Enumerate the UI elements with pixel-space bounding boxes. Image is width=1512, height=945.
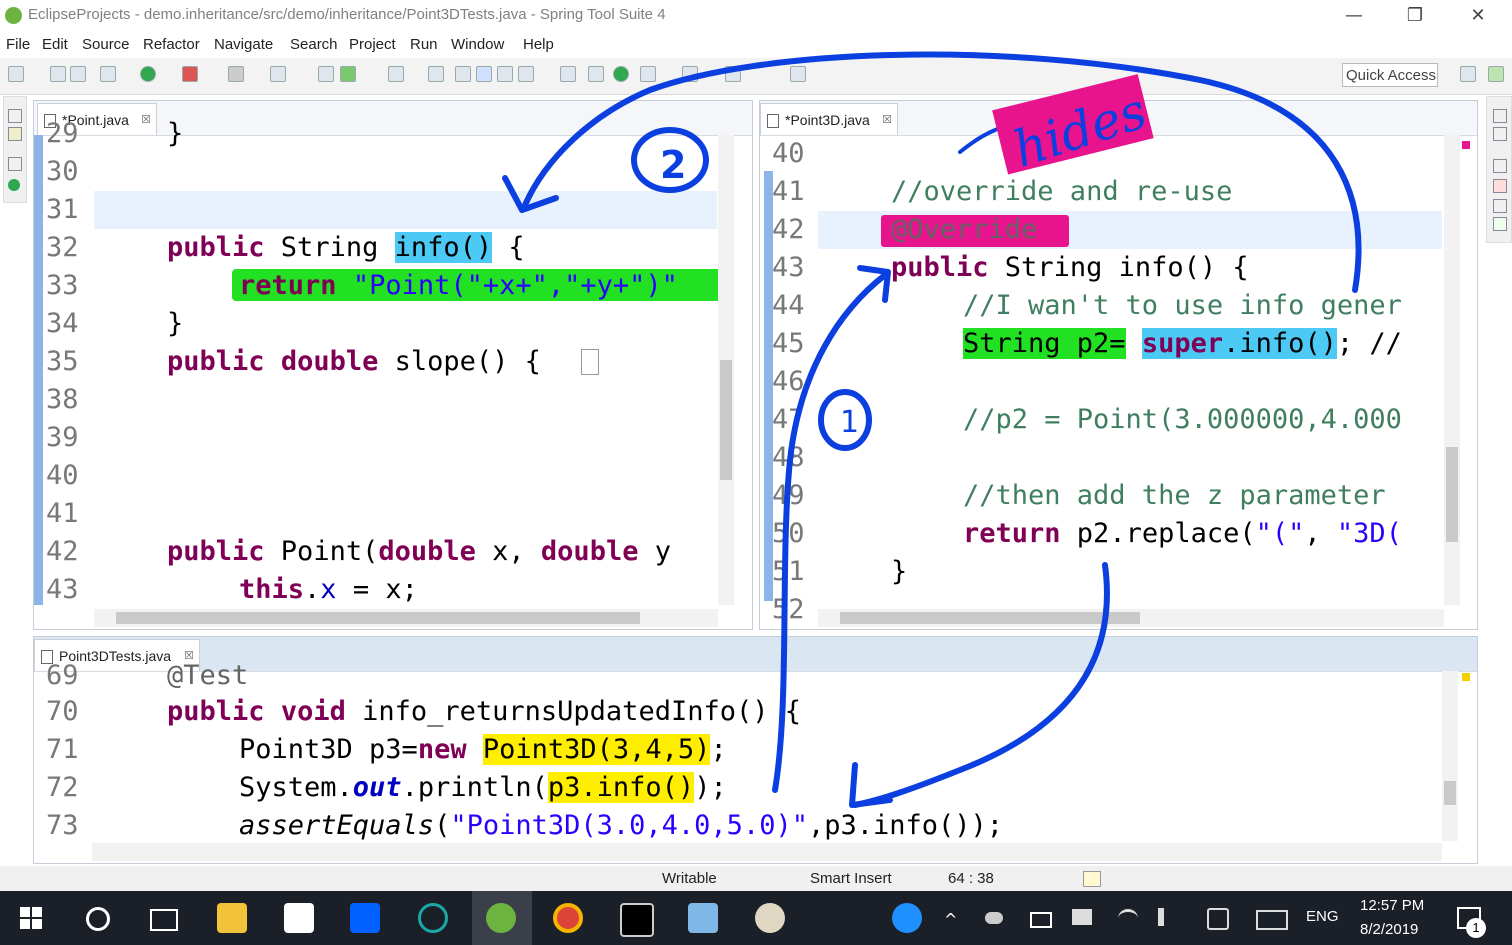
cortana-icon[interactable]	[86, 907, 110, 931]
arrow-stroke	[852, 562, 1110, 808]
task-view-icon[interactable]	[150, 909, 178, 931]
status-writable: Writable	[662, 870, 717, 887]
circle-two-label: 2	[660, 143, 686, 187]
store-icon[interactable]	[284, 903, 314, 933]
memory-icon[interactable]	[1083, 871, 1101, 887]
status-cursor-position: 64 : 38	[948, 870, 994, 887]
arrow-stroke	[772, 272, 888, 793]
wifi-icon[interactable]	[1118, 909, 1138, 928]
battery-icon[interactable]	[1030, 912, 1052, 928]
arrow-stroke	[522, 51, 1362, 293]
circle-one-label: 1	[840, 405, 859, 440]
keyboard-icon[interactable]	[1256, 910, 1288, 930]
clock-time[interactable]: 12:57 PM	[1360, 897, 1424, 914]
spring-tool-suite-taskbar-icon[interactable]	[486, 903, 516, 933]
status-insert-mode: Smart Insert	[810, 870, 892, 887]
help-icon[interactable]	[892, 903, 922, 933]
dropbox-tray-icon[interactable]	[1072, 909, 1092, 925]
arduino-icon[interactable]	[418, 903, 448, 933]
status-bar	[0, 866, 1512, 891]
pen-icon[interactable]	[1207, 908, 1229, 930]
paint-icon[interactable]	[755, 903, 785, 933]
command-prompt-icon[interactable]	[620, 903, 654, 937]
notification-count-badge: 1	[1466, 918, 1486, 938]
chrome-icon[interactable]	[553, 903, 583, 933]
language-indicator[interactable]: ENG	[1306, 908, 1339, 925]
volume-icon[interactable]	[1158, 908, 1182, 926]
onedrive-icon[interactable]	[985, 912, 1003, 924]
file-explorer-icon[interactable]	[217, 903, 247, 933]
dropbox-icon[interactable]	[350, 903, 380, 933]
notes-icon[interactable]	[688, 903, 718, 933]
clock-date[interactable]: 8/2/2019	[1360, 921, 1418, 938]
annotation-layer: hides 2 1	[502, 51, 1362, 808]
windows-start-icon[interactable]	[20, 907, 42, 929]
show-hidden-icons-icon[interactable]: ^	[944, 910, 957, 929]
